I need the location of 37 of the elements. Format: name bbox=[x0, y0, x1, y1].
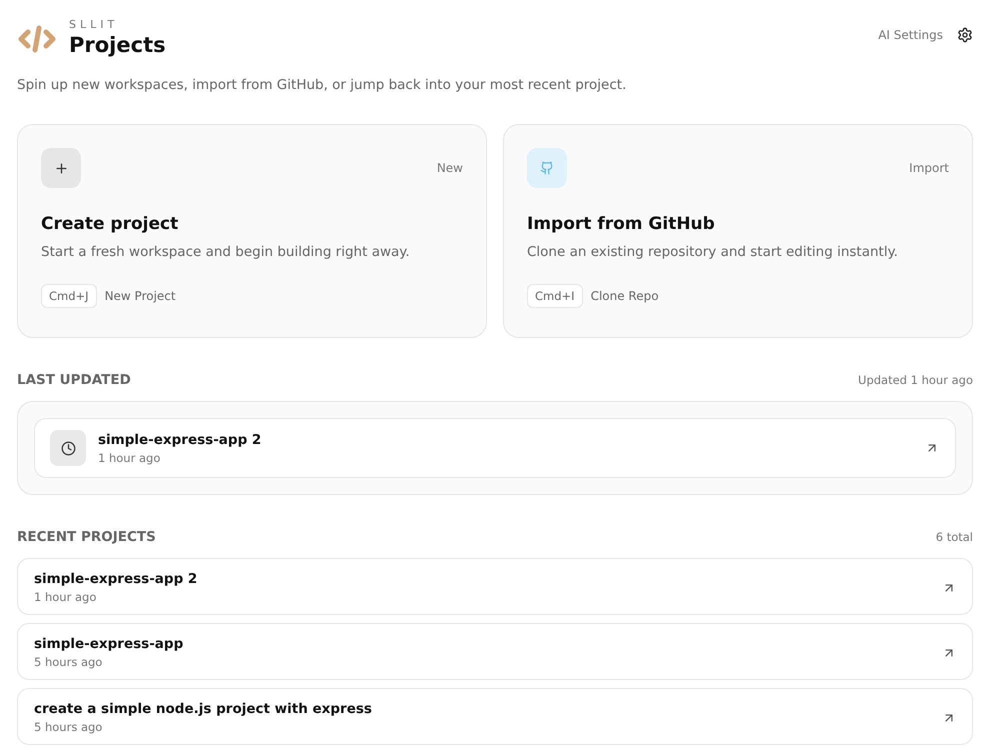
card-title: Create project bbox=[41, 214, 180, 234]
project-row[interactable]: simple-express-app 2 1 hour ago bbox=[34, 418, 956, 478]
card-title: Import from GitHub bbox=[527, 214, 716, 234]
project-name: simple-express-app bbox=[34, 636, 184, 652]
project-time: 1 hour ago bbox=[34, 590, 98, 604]
page-title: Projects bbox=[69, 32, 166, 59]
section-meta: 6 total bbox=[936, 530, 973, 544]
plus-icon bbox=[54, 160, 68, 176]
code-logo-icon bbox=[17, 24, 57, 54]
section-meta: Updated 1 hour ago bbox=[858, 373, 973, 387]
ai-settings-link[interactable]: AI Settings bbox=[878, 28, 943, 42]
action-card[interactable]: Import Import from GitHub Clone an existing repository and start editing instantly. Cmd+I Clone Repo bbox=[503, 124, 973, 338]
project-row[interactable]: create a simple node.js project with express 5 hours ago bbox=[17, 688, 973, 745]
action-card[interactable]: New Create project Start a fresh workspace and begin building right away. Cmd+J New Project bbox=[17, 124, 487, 338]
project-row[interactable]: simple-express-app 2 1 hour ago bbox=[17, 558, 973, 615]
card-tag: Import bbox=[909, 161, 949, 175]
project-name: create a simple node.js project with express bbox=[34, 701, 373, 717]
shortcut-key: Cmd+I bbox=[527, 284, 583, 308]
project-row[interactable]: simple-express-app 5 hours ago bbox=[17, 623, 973, 680]
project-name: simple-express-app 2 bbox=[98, 432, 262, 448]
project-time: 1 hour ago bbox=[98, 450, 162, 464]
project-time: 5 hours ago bbox=[34, 655, 104, 669]
brand-name: SLLIT bbox=[69, 18, 120, 31]
shortcut-key: Cmd+J bbox=[41, 284, 97, 308]
card-tag: New bbox=[436, 161, 463, 175]
clock-icon bbox=[60, 440, 76, 456]
card-description: Clone an existing repository and start editing instantly. bbox=[527, 244, 899, 260]
settings-icon[interactable] bbox=[957, 27, 973, 43]
project-name: simple-express-app 2 bbox=[34, 571, 198, 587]
shortcut-label: New Project bbox=[104, 289, 176, 303]
section-heading: LAST UPDATED bbox=[17, 372, 131, 388]
card-description: Start a fresh workspace and begin building right away. bbox=[41, 244, 411, 260]
page-subtitle: Spin up new workspaces, import from GitHub, or jump back into your most recent project. bbox=[17, 77, 628, 93]
shortcut-label: Clone Repo bbox=[590, 289, 659, 303]
section-heading: RECENT PROJECTS bbox=[17, 529, 156, 545]
project-time: 5 hours ago bbox=[34, 720, 104, 734]
github-icon bbox=[540, 161, 554, 175]
